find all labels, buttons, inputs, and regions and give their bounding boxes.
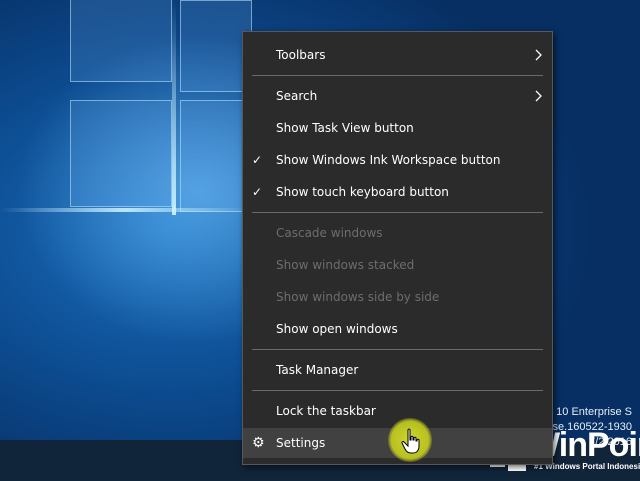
menu-item-label: Show touch keyboard button [276,185,449,199]
menu-item-show-open-windows[interactable]: Show open windows [243,314,552,344]
menu-item-label: Cascade windows [276,226,383,240]
menu-item-label: Show open windows [276,322,398,336]
menu-separator [252,390,543,391]
menu-item-toolbars[interactable]: Toolbars [243,40,552,70]
menu-item-label: Show Windows Ink Workspace button [276,153,501,167]
menu-item-label: Toolbars [276,48,326,62]
wallpaper-window-pane [70,0,172,82]
checkmark-icon: ✓ [252,185,263,199]
chevron-right-icon [535,90,542,102]
menu-item-label: Show windows stacked [276,258,415,272]
menu-item-task-manager[interactable]: Task Manager [243,355,552,385]
menu-separator [252,212,543,213]
menu-item-label: Lock the taskbar [276,404,376,418]
wallpaper-window-pane [70,100,172,207]
gear-icon: ⚙ [252,435,265,451]
wallpaper-light-beam [172,0,176,215]
menu-separator [252,75,543,76]
hand-pointer-cursor-icon [401,428,420,454]
menu-item-label: Show windows side by side [276,290,440,304]
menu-item-search[interactable]: Search [243,81,552,111]
build-edition-text: s 10 Enterprise S [547,406,632,418]
menu-separator [252,349,543,350]
wallpaper-light-beam [0,208,250,212]
menu-item-show-windows-side-by-side: Show windows side by side [243,282,552,312]
menu-item-label: Show Task View button [276,121,414,135]
menu-item-show-touch-keyboard-button[interactable]: ✓ Show touch keyboard button [243,177,552,207]
chevron-right-icon [535,49,542,61]
menu-item-label: Settings [276,436,326,450]
menu-item-label: Search [276,89,318,103]
taskbar-context-menu: Toolbars Search Show Task View button ✓ Show… [242,31,553,465]
checkmark-icon: ✓ [252,153,263,167]
menu-item-show-windows-ink-workspace-button[interactable]: ✓ Show Windows Ink Workspace button [243,145,552,175]
menu-item-show-task-view-button[interactable]: Show Task View button [243,113,552,143]
menu-item-show-windows-stacked: Show windows stacked [243,250,552,280]
menu-item-cascade-windows: Cascade windows [243,218,552,248]
menu-item-label: Task Manager [276,363,359,377]
